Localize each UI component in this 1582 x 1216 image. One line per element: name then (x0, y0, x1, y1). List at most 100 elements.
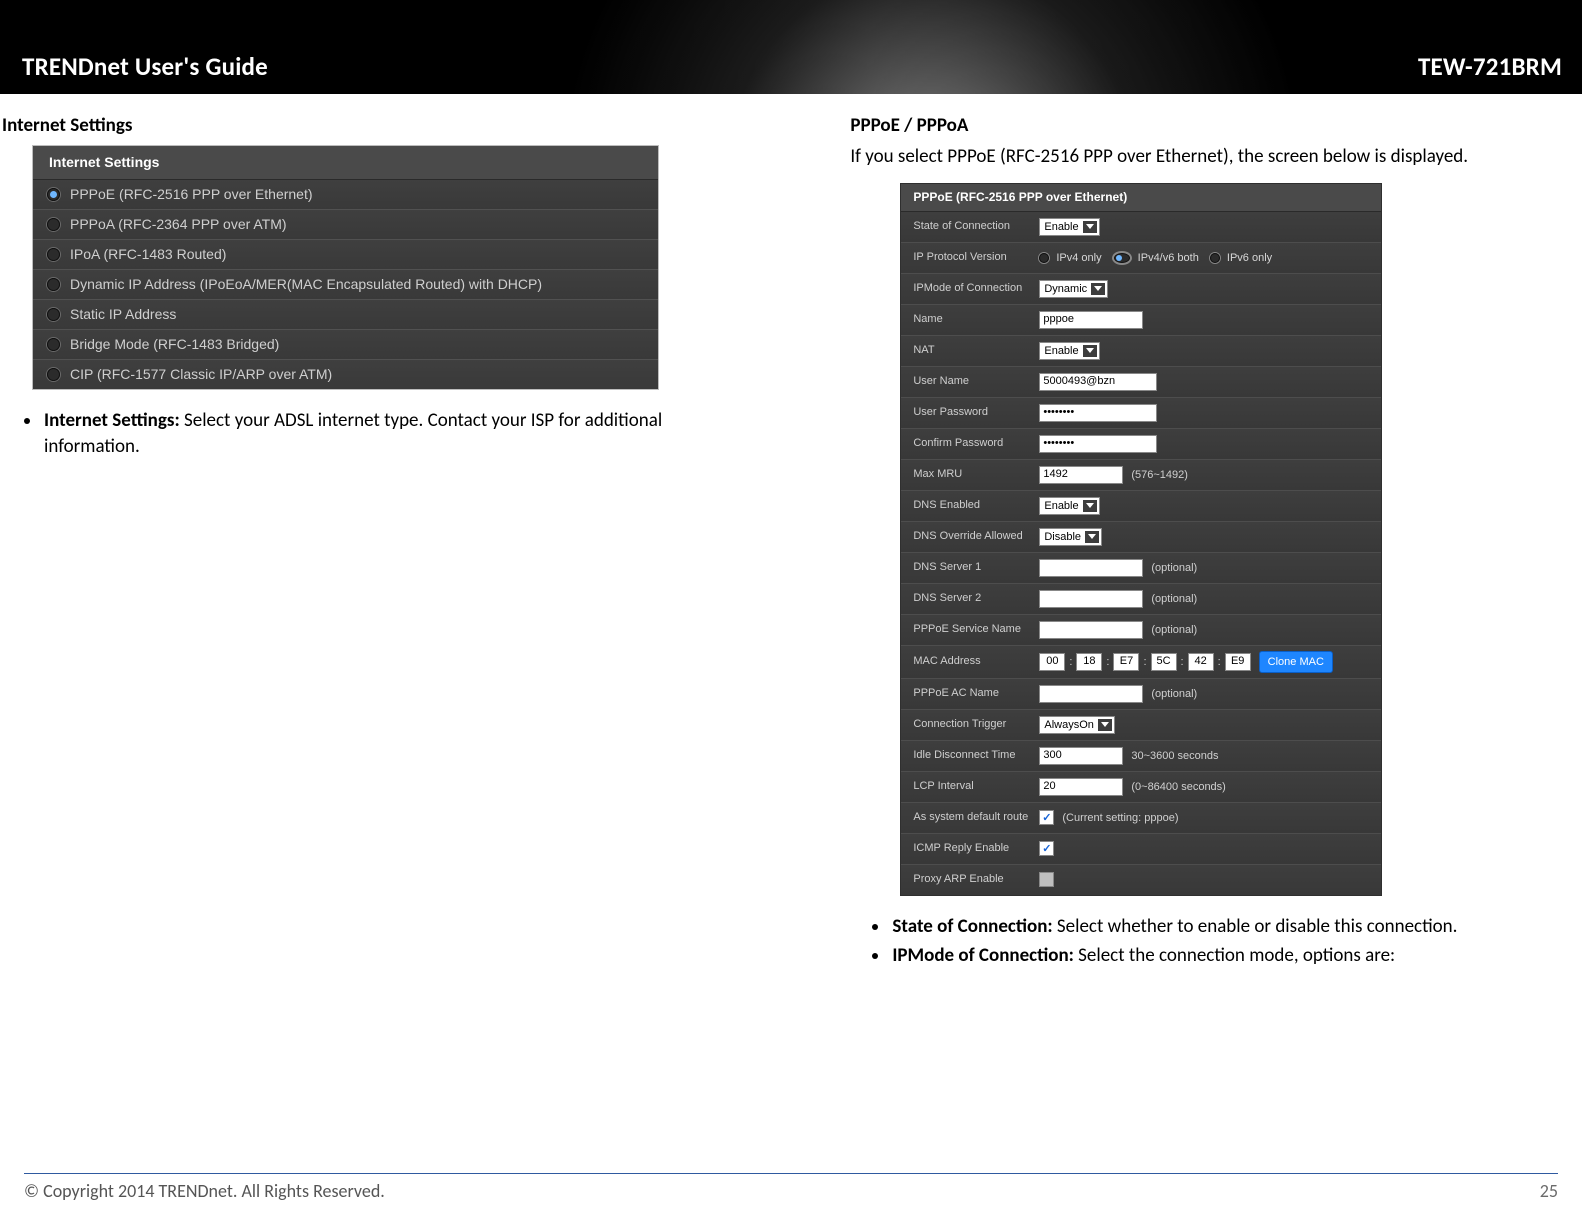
bullet-label: State of Connection: (892, 915, 1052, 938)
dns-override-select[interactable]: Disable (1039, 528, 1102, 546)
mac-oct-input[interactable]: 42 (1188, 653, 1214, 671)
radio-icon[interactable] (1113, 252, 1131, 264)
row-idle-disconnect: Idle Disconnect Time 300 30~3600 seconds (901, 741, 1381, 772)
row-dns-override: DNS Override Allowed Disable (901, 522, 1381, 553)
footer: © Copyright 2014 TRENDnet. All Rights Re… (0, 1173, 1582, 1202)
row-mac-address: MAC Address 00: 18: E7: 5C: 42: E9 Clone… (901, 646, 1381, 679)
dns1-input[interactable] (1039, 559, 1143, 577)
copyright-text: © Copyright 2014 TRENDnet. All Rights Re… (24, 1180, 385, 1202)
label: IPMode of Connection (913, 282, 1039, 295)
row-default-route: As system default route ✓ (Current setti… (901, 803, 1381, 834)
row-icmp-reply: ICMP Reply Enable ✓ (901, 834, 1381, 865)
option-label: IPoA (RFC-1483 Routed) (70, 246, 226, 262)
icmp-checkbox[interactable]: ✓ (1039, 841, 1054, 856)
pppoe-intro: If you select PPPoE (RFC-2516 PPP over E… (850, 145, 1562, 169)
connection-trigger-select[interactable]: AlwaysOn (1039, 716, 1115, 734)
radio-icon[interactable] (1210, 253, 1220, 263)
internet-type-option[interactable]: Static IP Address (33, 300, 658, 330)
select-value: Dynamic (1044, 283, 1087, 295)
row-lcp-interval: LCP Interval 20 (0~86400 seconds) (901, 772, 1381, 803)
hint-text: (optional) (1151, 593, 1197, 605)
chevron-down-icon (1083, 345, 1097, 357)
mac-oct-input[interactable]: E9 (1225, 653, 1251, 671)
mac-oct-input[interactable]: E7 (1113, 653, 1139, 671)
row-ip-protocol-version: IP Protocol Version IPv4 only IPv4/v6 bo… (901, 243, 1381, 274)
internet-type-option[interactable]: IPoA (RFC-1483 Routed) (33, 240, 658, 270)
hint-text: (0~86400 seconds) (1131, 781, 1225, 793)
label: Confirm Password (913, 437, 1039, 450)
row-connection-trigger: Connection Trigger AlwaysOn (901, 710, 1381, 741)
mac-oct-input[interactable]: 18 (1076, 653, 1102, 671)
mac-oct-input[interactable]: 5C (1151, 653, 1177, 671)
row-name: Name pppoe (901, 305, 1381, 336)
chevron-down-icon (1091, 283, 1105, 295)
pppoe-heading: PPPoE / PPPoA (850, 114, 1562, 137)
internet-type-option[interactable]: Dynamic IP Address (IPoEoA/MER(MAC Encap… (33, 270, 658, 300)
label: MAC Address (913, 655, 1039, 668)
internet-settings-heading: Internet Settings (2, 114, 760, 137)
internet-type-option[interactable]: PPPoA (RFC-2364 PPP over ATM) (33, 210, 658, 240)
label: Max MRU (913, 468, 1039, 481)
internet-type-option[interactable]: Bridge Mode (RFC-1483 Bridged) (33, 330, 658, 360)
option-label: Bridge Mode (RFC-1483 Bridged) (70, 336, 279, 352)
row-proxy-arp: Proxy ARP Enable ✓ (901, 865, 1381, 895)
hint-text: (576~1492) (1131, 469, 1188, 481)
model-name: TEW-721BRM (1418, 51, 1562, 82)
username-input[interactable]: 5000493@bzn (1039, 373, 1157, 391)
internet-type-option[interactable]: CIP (RFC-1577 Classic IP/ARP over ATM) (33, 360, 658, 389)
clone-mac-button[interactable]: Clone MAC (1259, 651, 1333, 673)
row-max-mru: Max MRU 1492 (576~1492) (901, 460, 1381, 491)
label: DNS Override Allowed (913, 530, 1039, 543)
max-mru-input[interactable]: 1492 (1039, 466, 1123, 484)
password-input[interactable]: •••••••• (1039, 404, 1157, 422)
confirm-password-input[interactable]: •••••••• (1039, 435, 1157, 453)
header-banner: TRENDnet User's Guide TEW-721BRM (0, 0, 1582, 94)
bullet-label: IPMode of Connection: (892, 944, 1074, 967)
radio-icon (47, 368, 60, 381)
label: Proxy ARP Enable (913, 873, 1039, 886)
radio-icon[interactable] (1039, 253, 1049, 263)
idle-time-input[interactable]: 300 (1039, 747, 1123, 765)
chevron-down-icon (1083, 221, 1097, 233)
label: User Password (913, 406, 1039, 419)
ac-name-input[interactable] (1039, 685, 1143, 703)
radio-icon (47, 338, 60, 351)
row-state-of-connection: State of Connection Enable (901, 212, 1381, 243)
service-name-input[interactable] (1039, 621, 1143, 639)
option-label: IPv4 only (1056, 252, 1101, 264)
dns2-input[interactable] (1039, 590, 1143, 608)
dns-enabled-select[interactable]: Enable (1039, 497, 1099, 515)
list-item: State of Connection: Select whether to e… (890, 914, 1542, 940)
lcp-interval-input[interactable]: 20 (1039, 778, 1123, 796)
option-label: PPPoE (RFC-2516 PPP over Ethernet) (70, 186, 313, 202)
internet-settings-panel: Internet Settings PPPoE (RFC-2516 PPP ov… (32, 145, 659, 390)
label: DNS Enabled (913, 499, 1039, 512)
row-confirm-password: Confirm Password •••••••• (901, 429, 1381, 460)
nat-select[interactable]: Enable (1039, 342, 1099, 360)
default-route-checkbox[interactable]: ✓ (1039, 810, 1054, 825)
list-item: Internet Settings: Select your ADSL inte… (42, 408, 740, 459)
chevron-down-icon (1083, 500, 1097, 512)
guide-title: TRENDnet User's Guide (22, 51, 268, 82)
row-dns2: DNS Server 2 (optional) (901, 584, 1381, 615)
select-value: Enable (1044, 221, 1078, 233)
mac-oct-input[interactable]: 00 (1039, 653, 1065, 671)
label: PPPoE AC Name (913, 687, 1039, 700)
bullet-label: Internet Settings: (44, 409, 180, 432)
name-input[interactable]: pppoe (1039, 311, 1143, 329)
proxy-arp-checkbox[interactable]: ✓ (1039, 872, 1054, 887)
list-item: IPMode of Connection: Select the connect… (890, 943, 1542, 969)
radio-icon (47, 188, 60, 201)
option-label: Dynamic IP Address (IPoEoA/MER(MAC Encap… (70, 276, 542, 292)
internet-type-option[interactable]: PPPoE (RFC-2516 PPP over Ethernet) (33, 180, 658, 210)
footer-divider (24, 1173, 1558, 1174)
ipmode-select[interactable]: Dynamic (1039, 280, 1108, 298)
hint-text: (optional) (1151, 562, 1197, 574)
hint-text: (optional) (1151, 688, 1197, 700)
internet-settings-panel-title: Internet Settings (33, 146, 658, 180)
row-dns-enabled: DNS Enabled Enable (901, 491, 1381, 522)
radio-icon (47, 308, 60, 321)
state-select[interactable]: Enable (1039, 218, 1099, 236)
option-label: PPPoA (RFC-2364 PPP over ATM) (70, 216, 287, 232)
hint-text: 30~3600 seconds (1131, 750, 1218, 762)
